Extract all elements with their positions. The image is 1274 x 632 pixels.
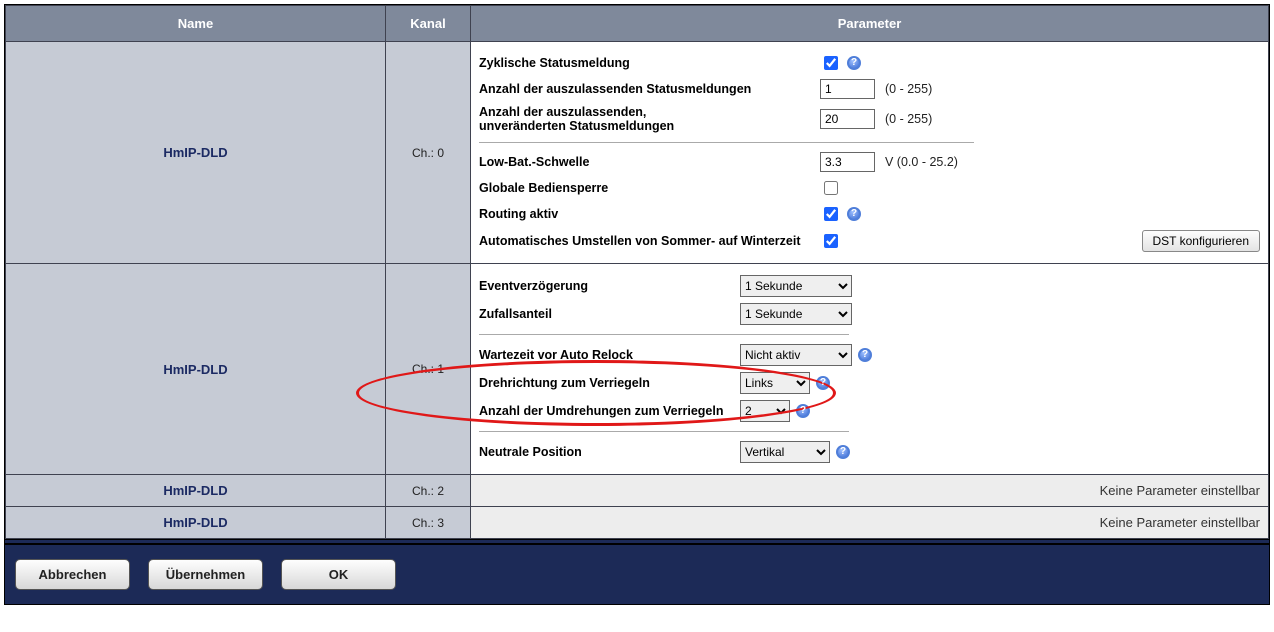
dst-checkbox[interactable]: [824, 234, 838, 248]
cyclic-status-label: Zyklische Statusmeldung: [479, 56, 814, 70]
lock-turns-select[interactable]: 2: [740, 400, 790, 422]
device-name: HmIP-DLD: [6, 42, 386, 264]
event-delay-select[interactable]: 1 Sekunde: [740, 275, 852, 297]
random-share-label: Zufallsanteil: [479, 307, 734, 321]
auto-relock-wait-select[interactable]: Nicht aktiv: [740, 344, 852, 366]
global-lock-checkbox[interactable]: [824, 181, 838, 195]
neutral-position-select[interactable]: Vertikal: [740, 441, 830, 463]
cyclic-status-checkbox[interactable]: [824, 56, 838, 70]
help-icon[interactable]: ?: [796, 404, 810, 418]
skip-count-hint: (0 - 255): [885, 82, 932, 96]
channel-label: Ch.: 0: [386, 42, 471, 264]
table-row: HmIP-DLD Ch.: 3 Keine Parameter einstell…: [6, 507, 1269, 539]
auto-relock-wait-label: Wartezeit vor Auto Relock: [479, 348, 734, 362]
skip-unchanged-hint: (0 - 255): [885, 112, 932, 126]
table-row: HmIP-DLD Ch.: 0 Zyklische Statusmeldung …: [6, 42, 1269, 264]
device-param-table: Name Kanal Parameter HmIP-DLD Ch.: 0 Zyk…: [5, 5, 1269, 539]
neutral-position-label: Neutrale Position: [479, 445, 734, 459]
skip-unchanged-input[interactable]: [820, 109, 875, 129]
footer-bar: Abbrechen Übernehmen OK: [5, 543, 1269, 604]
channel-label: Ch.: 3: [386, 507, 471, 539]
dst-label: Automatisches Umstellen von Sommer- auf …: [479, 234, 814, 248]
global-lock-label: Globale Bediensperre: [479, 181, 814, 195]
device-name: HmIP-DLD: [6, 264, 386, 475]
lowbat-hint: V (0.0 - 25.2): [885, 155, 958, 169]
lock-direction-select[interactable]: Links: [740, 372, 810, 394]
cancel-button[interactable]: Abbrechen: [15, 559, 130, 590]
table-row: HmIP-DLD Ch.: 1 Eventverzögerung 1 Sekun…: [6, 264, 1269, 475]
random-share-select[interactable]: 1 Sekunde: [740, 303, 852, 325]
skip-count-input[interactable]: [820, 79, 875, 99]
no-params-label: Keine Parameter einstellbar: [471, 475, 1269, 507]
help-icon[interactable]: ?: [847, 207, 861, 221]
dst-configure-button[interactable]: DST konfigurieren: [1142, 230, 1261, 252]
col-parameter: Parameter: [471, 6, 1269, 42]
routing-checkbox[interactable]: [824, 207, 838, 221]
channel-label: Ch.: 2: [386, 475, 471, 507]
skip-unchanged-label: Anzahl der auszulassenden, unveränderten…: [479, 105, 814, 133]
lowbat-label: Low-Bat.-Schwelle: [479, 155, 814, 169]
skip-count-label: Anzahl der auszulassenden Statusmeldunge…: [479, 82, 814, 96]
col-name: Name: [6, 6, 386, 42]
lock-turns-label: Anzahl der Umdrehungen zum Verriegeln: [479, 404, 734, 418]
help-icon[interactable]: ?: [858, 348, 872, 362]
help-icon[interactable]: ?: [847, 56, 861, 70]
device-name: HmIP-DLD: [6, 507, 386, 539]
lock-direction-label: Drehrichtung zum Verriegeln: [479, 376, 734, 390]
help-icon[interactable]: ?: [816, 376, 830, 390]
col-kanal: Kanal: [386, 6, 471, 42]
channel-label: Ch.: 1: [386, 264, 471, 475]
table-row: HmIP-DLD Ch.: 2 Keine Parameter einstell…: [6, 475, 1269, 507]
ok-button[interactable]: OK: [281, 559, 396, 590]
lowbat-input[interactable]: [820, 152, 875, 172]
event-delay-label: Eventverzögerung: [479, 279, 734, 293]
no-params-label: Keine Parameter einstellbar: [471, 507, 1269, 539]
routing-label: Routing aktiv: [479, 207, 814, 221]
apply-button[interactable]: Übernehmen: [148, 559, 263, 590]
device-name: HmIP-DLD: [6, 475, 386, 507]
help-icon[interactable]: ?: [836, 445, 850, 459]
